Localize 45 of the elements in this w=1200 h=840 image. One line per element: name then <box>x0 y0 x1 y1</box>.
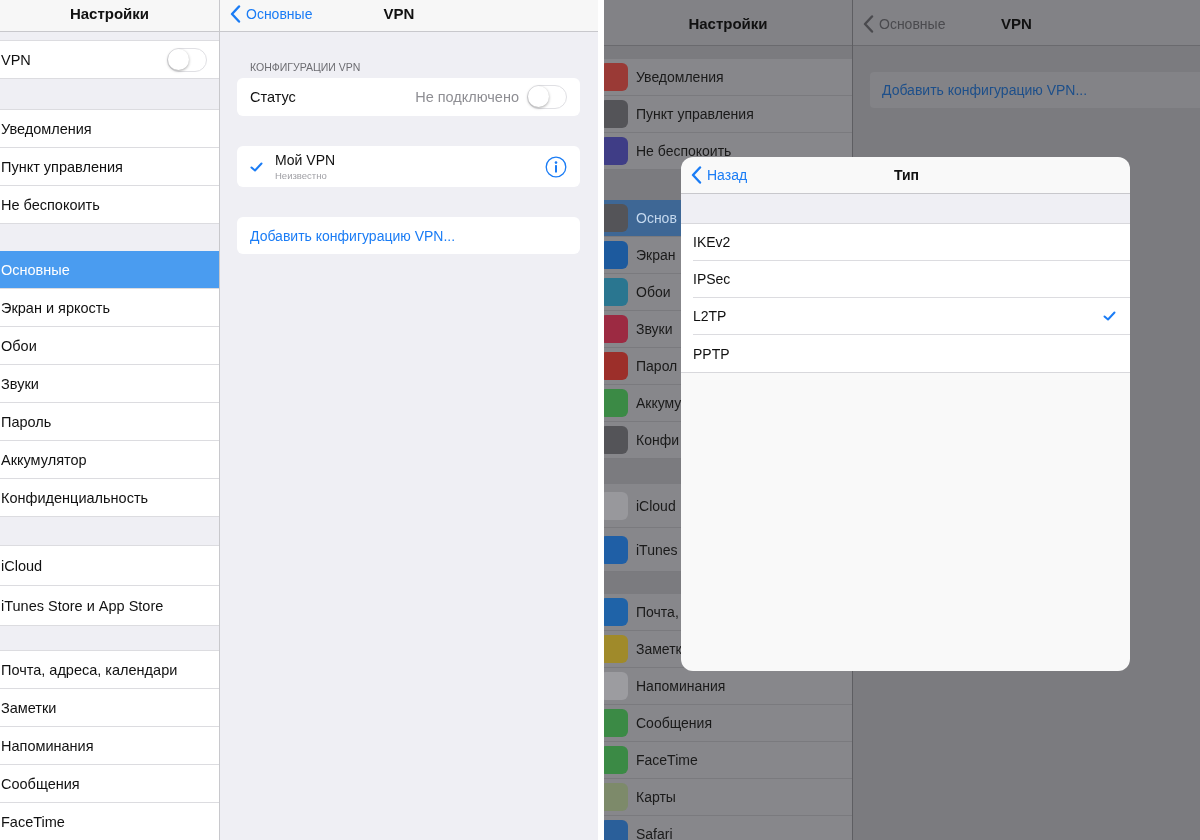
settings-item[interactable]: Напоминания <box>604 668 852 705</box>
vpn-config-row[interactable]: Мой VPN Неизвестно <box>237 146 580 187</box>
settings-item[interactable]: Конфиденциальность <box>0 479 219 517</box>
type-option[interactable]: L2TP <box>693 298 1130 335</box>
type-option[interactable]: IKEv2 <box>693 224 1130 261</box>
settings-item[interactable]: Safari <box>604 816 852 840</box>
settings-item[interactable]: Обои <box>0 327 219 365</box>
settings-item[interactable]: Заметки <box>0 689 219 727</box>
settings-item[interactable]: Сообщения <box>604 705 852 742</box>
config-status: Неизвестно <box>275 170 328 181</box>
settings-item[interactable]: iTunes Store и App Store <box>0 586 219 626</box>
back-chevron-icon <box>863 15 874 33</box>
back-chevron-icon <box>691 166 702 184</box>
info-icon[interactable] <box>545 155 567 178</box>
settings-item[interactable]: Звуки <box>0 365 219 403</box>
settings-item[interactable]: Сообщения <box>0 765 219 803</box>
settings-item[interactable]: FaceTime <box>0 803 219 840</box>
settings-item[interactable]: Не беспокоить <box>0 186 219 224</box>
toggle-switch[interactable] <box>527 85 567 109</box>
section-header: КОНФИГУРАЦИИ VPN <box>249 61 362 75</box>
page-title: VPN <box>383 5 416 22</box>
settings-item[interactable]: Напоминания <box>0 727 219 765</box>
type-option[interactable]: IPSec <box>693 261 1130 298</box>
back-link[interactable]: Основные <box>230 5 313 23</box>
settings-item[interactable]: Аккумулятор <box>0 441 219 479</box>
page-title: VPN <box>1001 15 1033 32</box>
settings-item[interactable]: FaceTime <box>604 742 852 779</box>
settings-item[interactable]: iCloud <box>0 546 219 586</box>
settings-item[interactable]: Пункт управления <box>604 96 852 133</box>
settings-item[interactable]: Экран и яркость <box>0 289 219 327</box>
settings-item[interactable]: VPN <box>0 41 219 79</box>
back-chevron-icon <box>230 5 241 23</box>
toggle-switch[interactable] <box>167 47 207 72</box>
dialog-title: Тип <box>893 167 921 183</box>
settings-item[interactable]: Пароль <box>0 403 219 441</box>
type-option[interactable]: PPTP <box>693 335 1130 372</box>
settings-item[interactable]: Почта, адреса, календари <box>0 651 219 689</box>
sidebar-title: Настройки <box>688 15 768 32</box>
sidebar-title: Настройки <box>69 5 150 22</box>
settings-item[interactable]: Уведомления <box>604 59 852 96</box>
settings-item[interactable]: Уведомления <box>0 110 219 148</box>
settings-item[interactable]: Карты <box>604 779 852 816</box>
status-row: Статус Не подключено <box>237 78 580 116</box>
config-name: Мой VPN <box>275 152 337 168</box>
settings-item[interactable]: Пункт управления <box>0 148 219 186</box>
